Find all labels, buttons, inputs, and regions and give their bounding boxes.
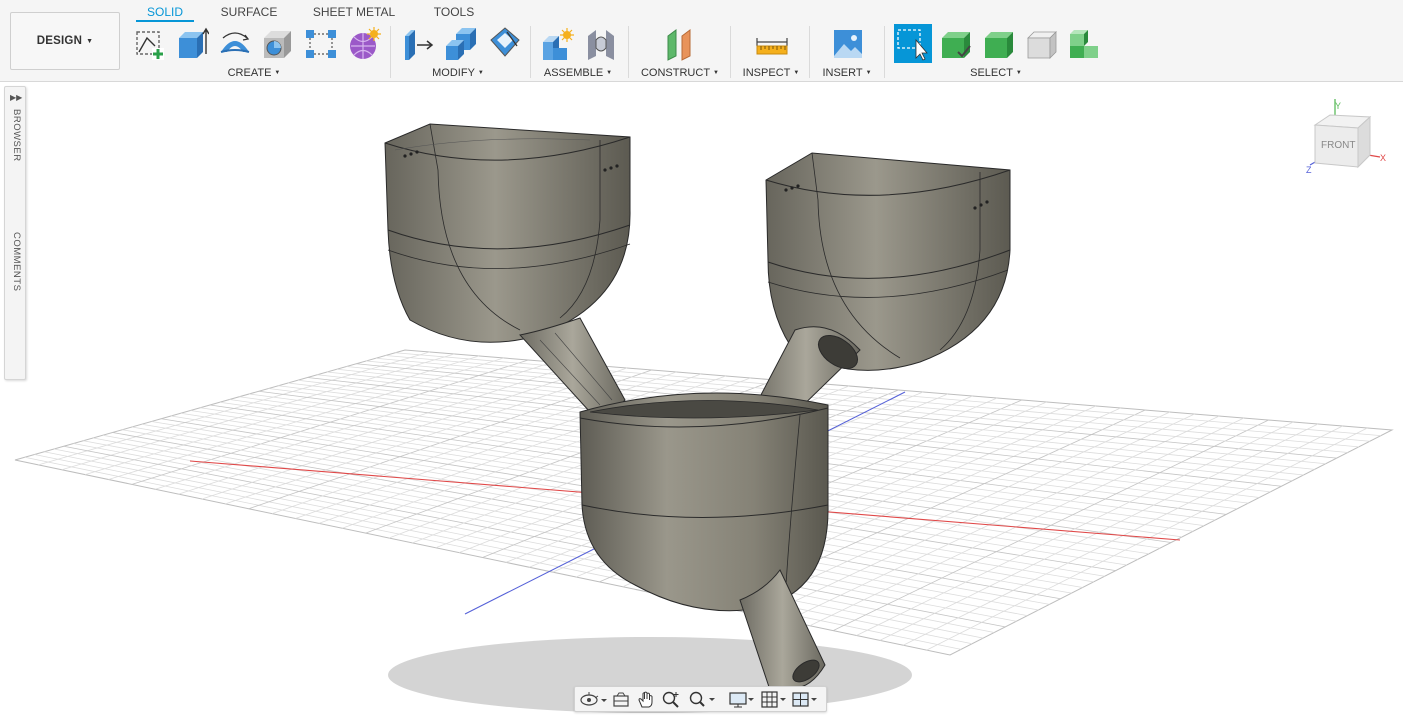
caret-down-icon: ▼ (274, 70, 281, 77)
caret-down-icon: ▼ (477, 70, 484, 77)
assemble-menu[interactable]: ASSEMBLE ▼ (544, 67, 612, 79)
offset-plane-icon[interactable] (664, 26, 698, 62)
pattern-icon[interactable] (304, 26, 338, 62)
press-pull-icon[interactable] (401, 26, 435, 62)
inspect-menu-label: INSPECT (742, 67, 791, 79)
combine-icon[interactable] (444, 26, 478, 62)
orbit-icon[interactable] (579, 690, 607, 709)
shell-icon[interactable] (487, 26, 521, 62)
tab-sheet-metal[interactable]: SHEET METAL (310, 5, 398, 21)
hole-icon[interactable] (261, 26, 295, 62)
create-sketch-icon[interactable] (133, 26, 167, 62)
insert-image-icon[interactable] (831, 26, 865, 62)
insert-menu-label: INSERT (822, 67, 863, 79)
group-divider (390, 26, 391, 78)
caret-down-icon: ▼ (1015, 70, 1022, 77)
caret-down-icon: ▼ (713, 70, 720, 77)
expand-panel-icon[interactable]: ▶▶ (10, 93, 22, 102)
viewcube-front-face[interactable]: FRONT (1321, 140, 1355, 151)
display-settings-icon[interactable] (728, 690, 758, 709)
group-divider (628, 26, 629, 78)
zoom-icon[interactable] (661, 690, 681, 709)
model-scene[interactable] (0, 83, 1403, 716)
select-face-icon[interactable] (983, 26, 1017, 62)
caret-down-icon: ▼ (793, 70, 800, 77)
group-divider (730, 26, 731, 78)
window-select-icon[interactable] (894, 24, 932, 63)
viewcube-y-label: Y (1335, 101, 1341, 111)
tab-tools[interactable]: TOOLS (428, 5, 480, 21)
viewports-icon[interactable] (791, 690, 821, 709)
navigation-bar (574, 686, 827, 712)
group-divider (809, 26, 810, 78)
browser-tab[interactable]: BROWSER (11, 109, 22, 162)
joint-icon[interactable] (584, 26, 618, 62)
viewcube[interactable]: Y X Z FRONT (1300, 95, 1392, 180)
pan-icon[interactable] (636, 690, 656, 709)
new-component-icon[interactable] (541, 26, 575, 62)
tab-solid[interactable]: SOLID (136, 5, 194, 21)
grid-settings-icon[interactable] (760, 690, 790, 709)
construct-menu-label: CONSTRUCT (640, 67, 711, 79)
tab-surface[interactable]: SURFACE (218, 5, 280, 21)
select-priority-icon[interactable] (1068, 26, 1102, 62)
viewcube-z-label: Z (1306, 165, 1312, 175)
viewcube-x-label: X (1380, 153, 1386, 163)
select-component-icon[interactable] (1026, 26, 1060, 62)
create-menu[interactable]: CREATE ▼ (228, 67, 281, 79)
fit-icon[interactable] (687, 690, 717, 709)
look-at-icon[interactable] (611, 690, 631, 709)
caret-down-icon: ▼ (606, 70, 613, 77)
modify-menu-label: MODIFY (432, 67, 475, 79)
assemble-menu-label: ASSEMBLE (543, 67, 604, 79)
caret-down-icon: ▼ (86, 37, 94, 45)
create-menu-label: CREATE (227, 67, 272, 79)
group-divider (530, 26, 531, 78)
toolbar: DESIGN ▼ SOLID SURFACE SHEET METAL TOOLS… (0, 0, 1403, 82)
group-divider (884, 26, 885, 78)
modify-menu[interactable]: MODIFY ▼ (432, 67, 484, 79)
inspect-menu[interactable]: INSPECT ▼ (743, 67, 800, 79)
comments-tab[interactable]: COMMENTS (11, 232, 22, 291)
revolve-icon[interactable] (218, 26, 252, 62)
caret-down-icon: ▼ (865, 70, 872, 77)
insert-menu[interactable]: INSERT ▼ (822, 67, 871, 79)
construct-menu[interactable]: CONSTRUCT ▼ (641, 67, 719, 79)
side-panel: ▶▶ BROWSER COMMENTS (4, 86, 26, 380)
active-tab-underline (136, 20, 194, 22)
workspace-label: DESIGN (36, 35, 83, 47)
right-upper-funnel-body[interactable] (751, 152, 1011, 421)
select-body-icon[interactable] (940, 26, 974, 62)
canvas-viewport[interactable] (0, 83, 1403, 716)
select-menu[interactable]: SELECT ▼ (970, 67, 1022, 79)
measure-icon[interactable] (755, 26, 789, 62)
workspace-switcher-button[interactable]: DESIGN ▼ (10, 12, 120, 70)
create-form-icon[interactable] (347, 26, 381, 62)
extrude-icon[interactable] (175, 26, 209, 62)
select-menu-label: SELECT (970, 67, 1013, 79)
